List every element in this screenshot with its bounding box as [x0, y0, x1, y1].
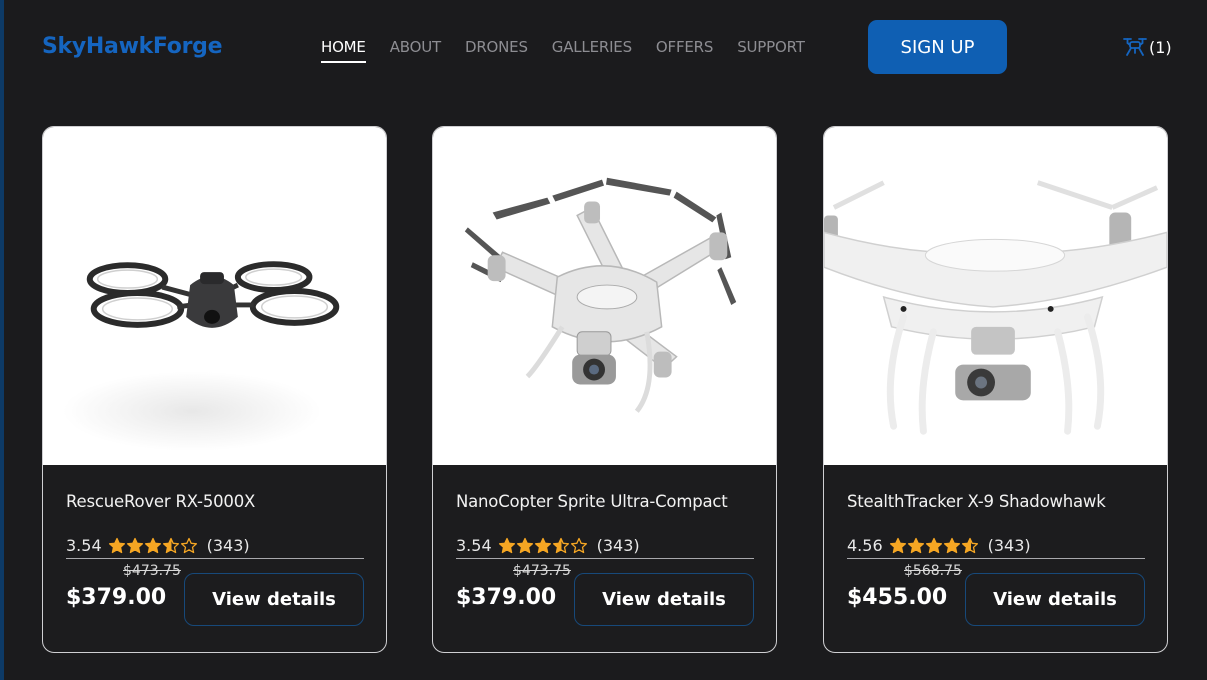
star-full-icon	[925, 537, 942, 553]
sale-price: $455.00	[847, 585, 948, 610]
drone-ring-guard-image	[62, 261, 340, 452]
original-price: $473.75	[513, 563, 571, 579]
product-image[interactable]	[43, 127, 386, 465]
nav-about[interactable]: ABOUT	[390, 38, 441, 63]
rating-row: 3.54 (343)	[66, 533, 364, 559]
original-price: $568.75	[904, 563, 962, 579]
nav-offers[interactable]: OFFERS	[656, 38, 713, 63]
site-header: SkyHawkForge HOME ABOUT DRONES GALLERIES…	[0, 0, 1207, 100]
review-count[interactable]: (343)	[597, 536, 640, 555]
nav-galleries[interactable]: GALLERIES	[552, 38, 632, 63]
original-price: $473.75	[123, 563, 181, 579]
cart-count: (1)	[1149, 37, 1172, 57]
product-name[interactable]: StealthTracker X-9 Shadowhawk	[847, 492, 1106, 511]
star-empty-icon	[180, 537, 197, 553]
star-rating	[108, 537, 198, 555]
star-full-icon	[534, 537, 551, 553]
star-half-icon	[961, 537, 978, 553]
star-full-icon	[126, 537, 143, 553]
view-details-button[interactable]: View details	[965, 573, 1145, 626]
signup-button[interactable]: SIGN UP	[868, 20, 1007, 74]
main-nav: HOME ABOUT DRONES GALLERIES OFFERS SUPPO…	[321, 38, 829, 63]
rating-row: 3.54 (343)	[456, 533, 754, 559]
star-full-icon	[907, 537, 924, 553]
sale-price: $379.00	[456, 585, 557, 610]
star-empty-icon	[570, 537, 587, 553]
star-full-icon	[108, 537, 125, 553]
star-rating	[889, 537, 979, 555]
star-rating	[498, 537, 588, 555]
star-full-icon	[144, 537, 161, 553]
product-name[interactable]: RescueRover RX-5000X	[66, 492, 255, 511]
rating-value: 3.54	[456, 536, 492, 555]
review-count[interactable]: (343)	[988, 536, 1031, 555]
product-image[interactable]	[433, 127, 776, 465]
cart-button[interactable]: (1)	[1122, 34, 1172, 60]
view-details-button[interactable]: View details	[574, 573, 754, 626]
product-card: NanoCopter Sprite Ultra-Compact 3.54 (34…	[432, 126, 777, 653]
view-details-button[interactable]: View details	[184, 573, 364, 626]
white-quadcopter-image	[464, 177, 737, 413]
left-edge-accent	[0, 0, 4, 680]
sale-price: $379.00	[66, 585, 167, 610]
rating-row: 4.56 (343)	[847, 533, 1145, 559]
nav-support[interactable]: SUPPORT	[737, 38, 805, 63]
review-count[interactable]: (343)	[207, 536, 250, 555]
nav-drones[interactable]: DRONES	[465, 38, 528, 63]
product-name[interactable]: NanoCopter Sprite Ultra-Compact	[456, 492, 728, 511]
product-card: StealthTracker X-9 Shadowhawk 4.56 (343)…	[823, 126, 1168, 653]
star-full-icon	[889, 537, 906, 553]
site-logo[interactable]: SkyHawkForge	[42, 34, 223, 59]
white-quadcopter-front-image	[824, 180, 1167, 435]
product-image[interactable]	[824, 127, 1167, 465]
star-half-icon	[552, 537, 569, 553]
rating-value: 4.56	[847, 536, 883, 555]
star-full-icon	[498, 537, 515, 553]
rating-value: 3.54	[66, 536, 102, 555]
star-full-icon	[516, 537, 533, 553]
drone-cart-icon	[1123, 38, 1147, 56]
nav-home[interactable]: HOME	[321, 38, 366, 63]
product-card: RescueRover RX-5000X 3.54 (343) $473.75 …	[42, 126, 387, 653]
star-half-icon	[162, 537, 179, 553]
star-full-icon	[943, 537, 960, 553]
